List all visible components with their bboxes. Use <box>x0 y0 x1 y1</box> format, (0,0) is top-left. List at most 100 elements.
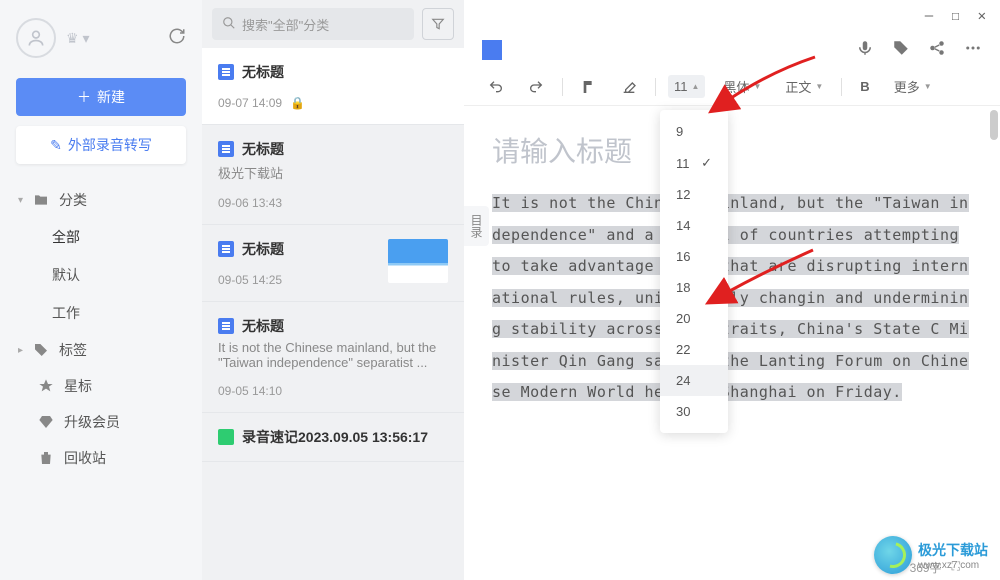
lock-icon: 🔒 <box>290 96 305 110</box>
star-icon <box>38 378 54 394</box>
fontsize-option[interactable]: 24 <box>660 365 728 396</box>
pencil-icon: ✎ <box>50 137 62 154</box>
chevron-down-icon: ▼ <box>924 82 932 91</box>
fontsize-dropdown[interactable]: 11 ▲ <box>668 75 705 98</box>
filter-icon <box>431 17 445 31</box>
mic-icon[interactable] <box>856 39 874 62</box>
nav-item-work[interactable]: 工作 <box>0 294 202 332</box>
note-title: 录音速记2023.09.05 13:56:17 <box>242 427 428 447</box>
minimize-button[interactable]: — <box>925 8 933 24</box>
fontsize-option[interactable]: 30 <box>660 396 728 427</box>
diamond-icon <box>38 414 54 430</box>
nav-item-label: 星标 <box>64 376 92 396</box>
undo-button[interactable] <box>482 75 510 99</box>
new-button-label: 新建 <box>97 87 125 107</box>
bold-button[interactable]: B <box>854 75 875 98</box>
external-audio-button[interactable]: ✎ 外部录音转写 <box>16 126 186 164</box>
maximize-button[interactable]: ☐ <box>951 8 959 24</box>
fontsize-option[interactable]: 20 <box>660 303 728 334</box>
close-button[interactable]: ✕ <box>978 8 986 24</box>
note-card[interactable]: 无标题 09-05 14:25 <box>202 225 464 302</box>
search-icon <box>222 16 236 33</box>
chevron-right-icon: ▸ <box>18 345 23 356</box>
fontsize-option[interactable]: 18 <box>660 272 728 303</box>
collapse-sidebar-icon[interactable] <box>482 40 502 60</box>
nav-item-upgrade[interactable]: 升级会员 <box>0 404 202 440</box>
fontsize-value: 11 <box>674 79 688 94</box>
fontsize-option[interactable]: 22 <box>660 334 728 365</box>
note-card[interactable]: 无标题极光下载站09-06 13:43 <box>202 125 464 225</box>
outline-tab[interactable]: 目录 <box>464 206 489 246</box>
nav-group-category[interactable]: ▾ 分类 <box>0 182 202 218</box>
fontsize-option[interactable]: 9 <box>660 116 728 147</box>
note-time: 09-07 14:09 <box>218 96 282 110</box>
brush-icon <box>581 79 597 95</box>
note-time: 09-05 14:25 <box>218 273 282 287</box>
avatar[interactable] <box>16 18 56 58</box>
nav-item-starred[interactable]: 星标 <box>0 368 202 404</box>
nav-item-trash[interactable]: 回收站 <box>0 440 202 476</box>
nav-item-all[interactable]: 全部 <box>0 218 202 256</box>
watermark: 极光下载站 www.xz7.com <box>874 536 988 574</box>
note-title: 无标题 <box>242 239 284 259</box>
sync-icon[interactable] <box>168 27 186 50</box>
editor-toolbar: 11 ▲ 黑体 ▼ 正文 ▼ B 更多 ▼ <box>464 68 1000 106</box>
editor-pane: — ☐ ✕ 11 ▲ 黑体 ▼ 正文 ▼ B 更多 ▼ <box>464 0 1000 580</box>
note-list: 搜索"全部"分类 无标题 09-07 14:09 🔒 无标题极光下载站09-06 13… <box>202 0 464 580</box>
note-time: 09-05 14:10 <box>218 384 282 398</box>
chevron-down-icon: ▼ <box>815 82 823 91</box>
window-titlebar: — ☐ ✕ <box>464 0 1000 32</box>
crown-icon: ♛ ▾ <box>66 30 89 47</box>
nav-group-label: 分类 <box>59 190 87 210</box>
note-card[interactable]: 录音速记2023.09.05 13:56:17 <box>202 413 464 462</box>
fontsize-option[interactable]: 12 <box>660 179 728 210</box>
paragraph-value: 正文 <box>785 77 811 96</box>
redo-button[interactable] <box>522 75 550 99</box>
note-title: 无标题 <box>242 62 284 82</box>
share-icon[interactable] <box>928 39 946 62</box>
trash-icon <box>38 450 54 466</box>
document-title-placeholder[interactable]: 请输入标题 <box>492 130 972 170</box>
watermark-name: 极光下载站 <box>918 542 988 558</box>
document-body[interactable]: It is not the Chinese mainland, but the … <box>492 194 969 401</box>
tag-icon[interactable] <box>892 39 910 62</box>
font-value: 黑体 <box>723 77 749 96</box>
filter-button[interactable] <box>422 8 454 40</box>
nav-group-tags[interactable]: ▸ 标签 <box>0 332 202 368</box>
document-page[interactable]: 目录 请输入标题 It is not the Chinese mainland,… <box>464 106 1000 580</box>
nav-sidebar: ♛ ▾ ＋ 新建 ✎ 外部录音转写 ▾ 分类 全部 默认 工作 ▸ 标签 星标 <box>0 0 202 580</box>
paragraph-dropdown[interactable]: 正文 ▼ <box>779 73 829 100</box>
note-card[interactable]: 无标题 09-07 14:09 🔒 <box>202 48 464 125</box>
undo-icon <box>488 79 504 95</box>
eraser-icon <box>621 79 637 95</box>
document-icon <box>218 318 234 334</box>
recording-icon <box>218 429 234 445</box>
font-dropdown[interactable]: 黑体 ▼ <box>717 73 767 100</box>
scrollbar-vertical[interactable] <box>990 110 998 140</box>
fontsize-option[interactable]: 11 <box>660 147 728 179</box>
note-time: 09-06 13:43 <box>218 196 282 210</box>
note-title: 无标题 <box>242 139 284 159</box>
folder-icon <box>33 192 49 208</box>
nav-item-default[interactable]: 默认 <box>0 256 202 294</box>
plus-icon: ＋ <box>77 87 91 107</box>
document-icon <box>218 64 234 80</box>
format-brush-button[interactable] <box>575 75 603 99</box>
document-icon <box>218 141 234 157</box>
nav-item-label: 升级会员 <box>64 412 120 432</box>
fontsize-option[interactable]: 14 <box>660 210 728 241</box>
nav-group-label: 标签 <box>59 340 87 360</box>
search-input[interactable]: 搜索"全部"分类 <box>212 8 414 40</box>
new-button[interactable]: ＋ 新建 <box>16 78 186 116</box>
document-icon <box>218 241 234 257</box>
more-dropdown[interactable]: 更多 ▼ <box>888 73 938 100</box>
note-thumbnail <box>388 239 448 283</box>
note-card[interactable]: 无标题It is not the Chinese mainland, but t… <box>202 302 464 413</box>
redo-icon <box>528 79 544 95</box>
more-label: 更多 <box>894 77 920 96</box>
clear-format-button[interactable] <box>615 75 643 99</box>
more-icon[interactable] <box>964 39 982 62</box>
search-placeholder: 搜索"全部"分类 <box>242 15 329 34</box>
chevron-up-icon: ▲ <box>692 82 700 91</box>
fontsize-option[interactable]: 16 <box>660 241 728 272</box>
